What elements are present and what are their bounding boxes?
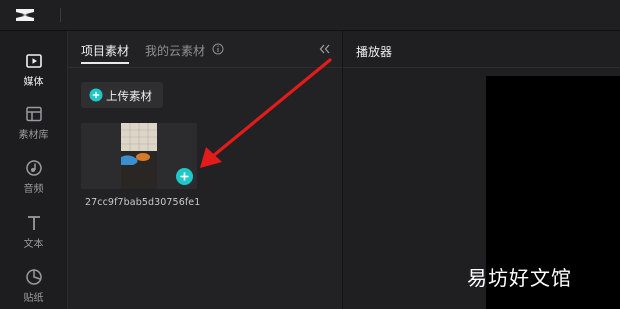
tab-cloud-media[interactable]: 我的云素材 — [145, 42, 205, 59]
player-header: 播放器 — [343, 31, 620, 68]
collapse-panel-icon[interactable] — [318, 43, 332, 55]
upload-media-button[interactable]: 上传素材 — [81, 82, 163, 108]
plus-circle-icon — [89, 88, 103, 102]
nav-item-sticker[interactable]: 贴纸 — [0, 267, 67, 304]
top-bar — [0, 0, 620, 31]
nav-label-text: 文本 — [23, 239, 44, 250]
text-t-icon — [27, 216, 40, 230]
tab-project-media[interactable]: 项目素材 — [81, 42, 130, 64]
nav-label-sticker: 贴纸 — [23, 293, 44, 304]
library-grid-icon — [25, 106, 42, 122]
left-nav: 媒体 素材库 音频 文本 贴纸 — [0, 31, 68, 309]
nav-label-library: 素材库 — [18, 130, 49, 141]
watermark-text: 易坊好文馆 — [467, 266, 572, 290]
media-play-icon — [25, 54, 42, 68]
nav-item-media[interactable]: 媒体 — [0, 51, 67, 88]
nav-item-library[interactable]: 素材库 — [0, 104, 67, 141]
info-icon[interactable] — [212, 43, 224, 55]
media-tabs: 项目素材 我的云素材 — [68, 31, 342, 68]
nav-item-text[interactable]: 文本 — [0, 213, 67, 250]
audio-note-icon — [25, 160, 42, 176]
sticker-icon — [25, 269, 42, 285]
divider — [60, 8, 61, 22]
player-title: 播放器 — [356, 45, 393, 59]
media-filename: 27cc9f7bab5d30756fe1 — [85, 197, 201, 208]
media-item-card[interactable] — [81, 123, 197, 189]
capcut-logo-icon[interactable] — [14, 5, 36, 25]
nav-label-audio: 音频 — [23, 184, 44, 195]
media-thumbnail — [121, 123, 157, 189]
add-to-timeline-icon[interactable] — [176, 168, 193, 185]
upload-button-label: 上传素材 — [106, 89, 152, 103]
media-panel: 项目素材 我的云素材 上传素材 27cc9f7bab5d30756fe1 — [68, 31, 343, 309]
nav-label-media: 媒体 — [23, 77, 44, 88]
nav-item-audio[interactable]: 音频 — [0, 158, 67, 195]
